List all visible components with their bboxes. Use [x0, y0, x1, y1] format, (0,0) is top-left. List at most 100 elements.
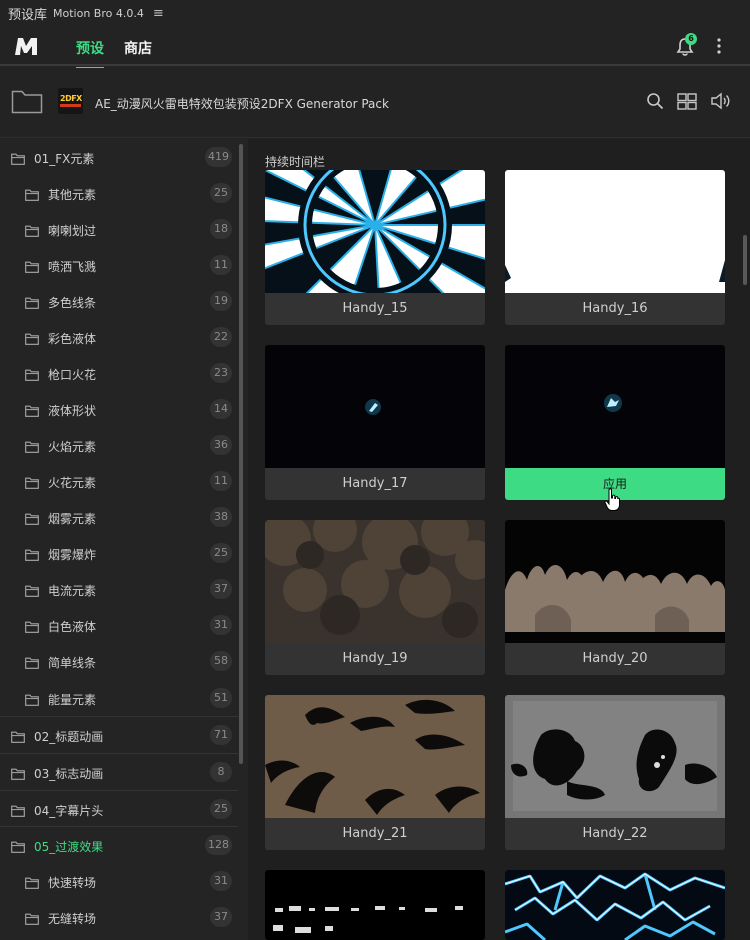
preset-card[interactable]: Handy_17	[265, 345, 485, 500]
folder-icon	[11, 765, 25, 780]
kebab-icon[interactable]	[712, 37, 726, 55]
category-count-badge: 25	[210, 799, 232, 819]
category-count-badge: 51	[210, 688, 232, 708]
preset-card[interactable]: 应用	[505, 345, 725, 500]
sidebar-divider	[0, 790, 238, 791]
folder-icon	[25, 294, 39, 309]
folder-icon	[11, 150, 25, 165]
product-version: Motion Bro 4.0.4	[53, 6, 144, 20]
preset-grid-area: 持续时间栏 Handy_15 Handy_16 Handy_17 应用 Hand…	[248, 139, 750, 940]
sidebar-category-item[interactable]: 烟雾爆炸 25	[0, 535, 238, 571]
sidebar-category-item[interactable]: 05_过渡效果 128	[0, 827, 238, 863]
sidebar-category-item[interactable]: 电流元素 37	[0, 571, 238, 607]
sidebar-category-label: 05_过渡效果	[34, 840, 104, 854]
folder-icon	[25, 874, 39, 889]
preset-card[interactable]: Handy_20	[505, 520, 725, 675]
preset-thumbnail	[265, 170, 485, 293]
folder-icon	[25, 222, 39, 237]
category-count-badge: 71	[210, 725, 232, 745]
preset-name: Handy_16	[582, 301, 648, 316]
category-count-badge: 37	[210, 579, 232, 599]
folder-icon	[25, 582, 39, 597]
sidebar-category-item[interactable]: 02_标题动画 71	[0, 717, 238, 753]
sidebar-category-item[interactable]: 无缝转场 37	[0, 899, 238, 935]
nav-bar: 预设 商店 6	[0, 26, 750, 70]
sidebar-category-item[interactable]: 能量元素 51	[0, 680, 238, 716]
category-count-badge: 11	[210, 255, 232, 275]
sidebar-category-item[interactable]: 其他元素 25	[0, 175, 238, 211]
sidebar-category-item[interactable]: 03_标志动画 8	[0, 754, 238, 790]
sidebar-category-item[interactable]: 白色液体 31	[0, 607, 238, 643]
cursor-hand-icon	[604, 488, 620, 511]
category-count-badge: 58	[210, 651, 232, 671]
sidebar-category-item[interactable]: 04_字幕片头 25	[0, 791, 238, 827]
folder-icon	[11, 802, 25, 817]
sidebar-category-label: 液体形状	[48, 404, 97, 418]
folder-icon	[11, 838, 25, 853]
folder-icon	[25, 691, 39, 706]
preset-card[interactable]: Handy_15	[265, 170, 485, 325]
sidebar-category-item[interactable]: 01_FX元素 419	[0, 139, 238, 175]
sidebar-divider	[0, 716, 238, 717]
sidebar-category-label: 电流元素	[48, 584, 97, 598]
sidebar-category-label: 火花元素	[48, 476, 97, 490]
pack-thumbnail[interactable]: 2DFX	[58, 88, 83, 114]
folder-icon[interactable]	[11, 88, 43, 114]
sidebar-category-label: 简单线条	[48, 656, 97, 670]
folder-icon	[25, 186, 39, 201]
category-count-badge: 38	[210, 507, 232, 527]
sidebar-category-item[interactable]: 喷洒飞溅 11	[0, 247, 238, 283]
folder-icon	[25, 366, 39, 381]
preset-name: Handy_21	[342, 826, 408, 841]
menu-icon[interactable]: ≡	[153, 6, 164, 21]
folder-icon	[25, 510, 39, 525]
preset-card[interactable]: Handy_19	[265, 520, 485, 675]
grid-icon[interactable]	[677, 93, 697, 110]
preset-card[interactable]: Handy_22	[505, 695, 725, 850]
preset-thumbnail	[505, 695, 725, 818]
category-count-badge: 18	[210, 219, 232, 239]
sidebar-scrollbar[interactable]	[239, 144, 243, 764]
motion-bro-logo[interactable]	[13, 34, 41, 58]
preset-card[interactable]	[505, 870, 725, 940]
sidebar-category-item[interactable]: 简单线条 58	[0, 643, 238, 679]
tab-store[interactable]: 商店	[124, 38, 152, 58]
sidebar-category-item[interactable]: 枪口火花 23	[0, 355, 238, 391]
folder-icon	[11, 728, 25, 743]
preset-thumbnail	[265, 345, 485, 468]
sidebar-category-item[interactable]: 多色线条 19	[0, 283, 238, 319]
sidebar-category-label: 其他元素	[48, 188, 97, 202]
sidebar-category-item[interactable]: 液体形状 14	[0, 391, 238, 427]
preset-thumbnail	[265, 520, 485, 643]
category-count-badge: 23	[210, 363, 232, 383]
search-icon[interactable]	[646, 92, 664, 110]
sidebar-category-label: 火焰元素	[48, 440, 97, 454]
folder-icon	[25, 910, 39, 925]
speaker-icon[interactable]	[710, 92, 732, 110]
sidebar-divider	[0, 826, 238, 827]
category-count-badge: 31	[210, 871, 232, 891]
sidebar-category-item[interactable]: 彩色液体 22	[0, 319, 238, 355]
tab-presets[interactable]: 预设	[76, 38, 104, 70]
sidebar-category-item[interactable]: 烟雾元素 38	[0, 499, 238, 535]
category-count-badge: 31	[210, 615, 232, 635]
folder-icon	[25, 258, 39, 273]
preset-card[interactable]	[265, 870, 485, 940]
category-count-badge: 14	[210, 399, 232, 419]
section-title: 持续时间栏	[265, 155, 326, 169]
grid-scrollbar[interactable]	[743, 235, 747, 285]
preset-card[interactable]: Handy_21	[265, 695, 485, 850]
preset-card[interactable]: Handy_16	[505, 170, 725, 325]
sidebar-category-item[interactable]: 快速转场 31	[0, 863, 238, 899]
preset-name: Handy_22	[582, 826, 648, 841]
sidebar-category-item[interactable]: 喇喇划过 18	[0, 211, 238, 247]
sidebar-category-label: 白色液体	[48, 620, 97, 634]
notification-badge: 6	[685, 33, 697, 45]
tab-presets-label: 预设	[76, 41, 104, 57]
sidebar-category-label: 03_标志动画	[34, 767, 104, 781]
sidebar-category-label: 能量元素	[48, 693, 97, 707]
category-count-badge: 37	[210, 907, 232, 927]
sidebar-category-item[interactable]: 火花元素 11	[0, 463, 238, 499]
sidebar-category-item[interactable]: 火焰元素 36	[0, 427, 238, 463]
category-count-badge: 8	[210, 762, 232, 782]
